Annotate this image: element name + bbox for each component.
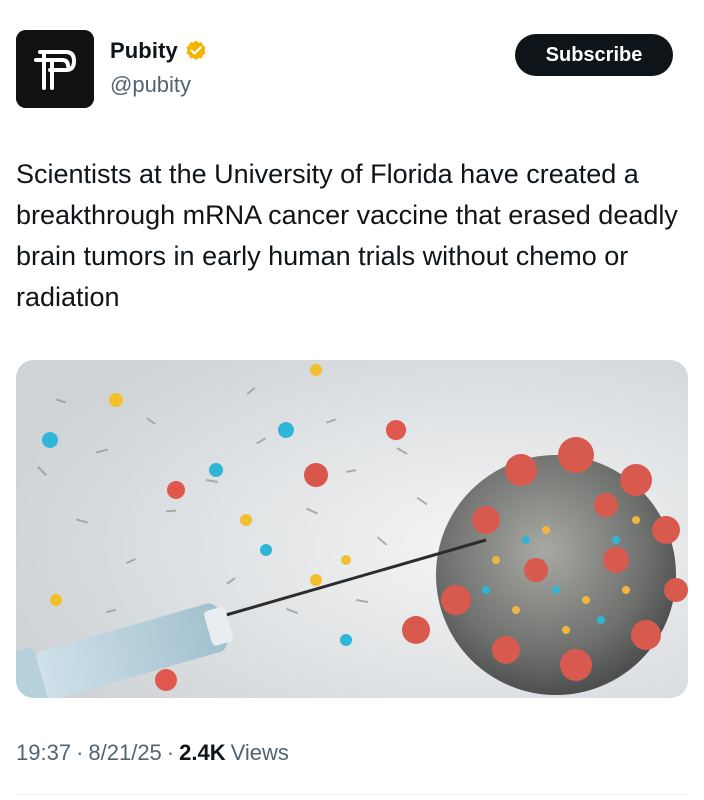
subscribe-button[interactable]: Subscribe — [515, 34, 673, 76]
meta-separator: · — [76, 740, 84, 765]
author-name-row: Pubity — [110, 38, 208, 64]
author-handle[interactable]: @pubity — [110, 72, 191, 98]
tweet-date[interactable]: 8/21/25 — [88, 740, 161, 766]
divider — [16, 794, 688, 795]
verified-badge-icon — [184, 39, 208, 63]
tweet-meta: 19:37 · 8/21/25 · 2.4K Views — [16, 740, 289, 766]
avatar[interactable] — [16, 30, 94, 108]
tweet-time[interactable]: 19:37 — [16, 740, 71, 766]
syringe-virus-image — [16, 360, 688, 698]
views-count[interactable]: 2.4K — [179, 740, 225, 766]
tweet-text: Scientists at the University of Florida … — [16, 159, 678, 312]
pubity-logo-icon — [16, 30, 94, 108]
views-label[interactable]: Views — [231, 740, 289, 766]
tweet-media-image[interactable] — [16, 360, 688, 698]
meta-separator: · — [166, 740, 175, 765]
author-display-name[interactable]: Pubity — [110, 38, 178, 64]
